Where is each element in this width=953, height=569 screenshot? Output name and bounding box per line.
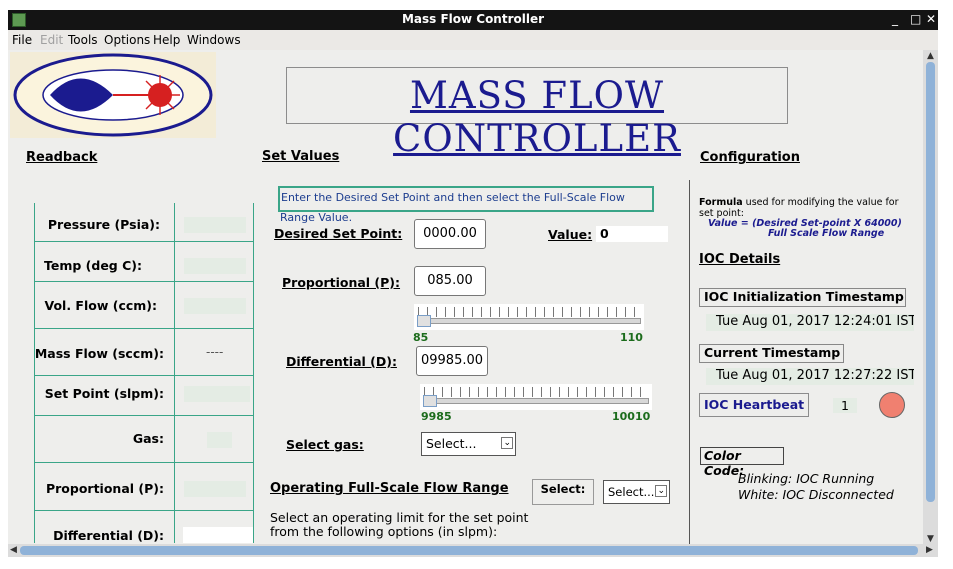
temp-label: Temp (deg C): [44, 258, 142, 273]
differential-readback-label: Differential (D): [53, 528, 164, 543]
scroll-up-icon[interactable]: ▲ [927, 51, 934, 61]
gas-select[interactable]: Select... ⌄ [421, 432, 516, 456]
chevron-down-icon: ⌄ [655, 485, 667, 497]
differential-label: Differential (D): [286, 354, 397, 369]
mass-flow-value: ---- [206, 345, 224, 359]
page-title-box: MASS FLOW CONTROLLER [286, 67, 788, 160]
range-text-line-1: Select an operating limit for the set po… [270, 510, 529, 525]
window-title: Mass Flow Controller [401, 12, 545, 26]
menu-windows[interactable]: Windows [187, 33, 241, 47]
close-button[interactable]: ✕ [926, 12, 936, 26]
value-label: Value: [548, 227, 593, 242]
menu-tools[interactable]: Tools [68, 33, 98, 47]
readback-row-divider [34, 462, 254, 463]
pressure-value [184, 217, 246, 233]
current-timestamp: Tue Aug 01, 2017 12:27:22 IST [706, 368, 914, 385]
proportional-input[interactable]: 085.00 [414, 266, 486, 296]
logo-emblem-icon [13, 53, 213, 137]
vertical-scroll-thumb[interactable] [926, 62, 935, 502]
desired-set-point-label: Desired Set Point: [274, 226, 403, 241]
readback-row-divider [34, 510, 254, 511]
differential-slider[interactable] [420, 384, 652, 410]
proportional-slider-handle[interactable] [417, 315, 431, 327]
gas-value [207, 432, 232, 448]
range-text-line-2: from the following options (in slpm): [270, 524, 498, 539]
ioc-init-timestamp: Tue Aug 01, 2017 12:24:01 IST [706, 314, 914, 331]
slider-ticks [418, 307, 640, 317]
set-values-heading: Set Values [262, 149, 340, 164]
ioc-details-heading: IOC Details [699, 252, 781, 267]
formula-description: Formula used for modifying the value for… [699, 197, 905, 219]
differential-readback-value [183, 527, 253, 543]
proportional-readback-label: Proportional (P): [45, 481, 164, 496]
current-timestamp-label: Current Timestamp [699, 344, 844, 363]
minimize-button[interactable]: _ [892, 12, 898, 26]
differential-slider-min: 9985 [421, 410, 452, 423]
value-readout: 0 [596, 226, 668, 242]
slider-track [417, 318, 641, 324]
readback-right-border [253, 203, 254, 543]
configuration-heading: Configuration [700, 150, 800, 165]
range-select-value: Select... [608, 485, 655, 499]
color-code-disconnected: White: IOC Disconnected [738, 487, 894, 502]
vol-flow-label: Vol. Flow (ccm): [44, 298, 157, 313]
gas-label: Gas: [132, 431, 164, 446]
differential-input[interactable]: 09985.00 [416, 346, 488, 376]
proportional-slider-min: 85 [413, 331, 429, 344]
proportional-readback-value [184, 481, 246, 497]
readback-row-divider [34, 241, 254, 242]
set-point-label: Set Point (slpm): [44, 386, 164, 401]
flow-range-heading: Operating Full-Scale Flow Range [270, 481, 509, 496]
menu-options[interactable]: Options [104, 33, 150, 47]
menu-file[interactable]: File [12, 33, 32, 47]
scroll-right-icon[interactable]: ▶ [926, 545, 933, 555]
color-code-label: Color Code: [700, 447, 784, 478]
mass-flow-label: Mass Flow (sccm): [34, 346, 164, 361]
config-divider [689, 180, 690, 544]
rrcat-logo [10, 52, 216, 138]
proportional-slider[interactable] [414, 304, 644, 330]
temp-value [184, 258, 246, 274]
instruction-box: Enter the Desired Set Point and then sel… [278, 186, 654, 224]
scroll-left-icon[interactable]: ◀ [10, 545, 17, 555]
menu-edit[interactable]: Edit [40, 33, 63, 47]
horizontal-scroll-thumb[interactable] [20, 546, 918, 555]
proportional-label: Proportional (P): [282, 275, 401, 290]
differential-slider-max: 10010 [612, 410, 651, 423]
differential-slider-handle[interactable] [423, 395, 437, 407]
readback-row-divider [34, 415, 254, 416]
page-title: MASS FLOW CONTROLLER [393, 74, 681, 160]
menu-bar: File Edit Tools Options Help Windows [8, 30, 938, 50]
readback-row-divider [34, 328, 254, 329]
set-point-value [184, 386, 250, 402]
heartbeat-label: IOC Heartbeat [699, 393, 809, 417]
readback-divider [174, 203, 175, 543]
formula-bold-label: Formula [699, 197, 743, 208]
menu-help[interactable]: Help [153, 33, 180, 47]
formula-line-2: Full Scale Flow Range [768, 228, 885, 239]
scroll-down-icon[interactable]: ▼ [927, 534, 934, 544]
proportional-slider-max: 110 [620, 331, 643, 344]
gas-select-value: Select... [426, 436, 477, 451]
ioc-init-label: IOC Initialization Timestamp [699, 288, 906, 307]
heartbeat-value: 1 [833, 398, 857, 413]
readback-row-divider [34, 375, 254, 376]
slider-track [423, 398, 649, 404]
pressure-label: Pressure (Psia): [47, 217, 160, 232]
select-gas-label: Select gas: [286, 437, 364, 452]
vol-flow-value [184, 298, 246, 314]
readback-row-divider [34, 281, 254, 282]
range-select[interactable]: Select... ⌄ [603, 480, 670, 504]
heartbeat-indicator [879, 392, 905, 418]
readback-heading: Readback [26, 150, 98, 165]
slider-ticks [424, 387, 648, 397]
window-titlebar[interactable]: Mass Flow Controller _ □ ✕ [8, 10, 938, 30]
maximize-button[interactable]: □ [910, 12, 921, 26]
chevron-down-icon: ⌄ [501, 437, 513, 449]
color-code-running: Blinking: IOC Running [738, 471, 875, 486]
range-select-label: Select: [532, 479, 594, 505]
desired-set-point-input[interactable]: 0000.00 [414, 219, 486, 249]
